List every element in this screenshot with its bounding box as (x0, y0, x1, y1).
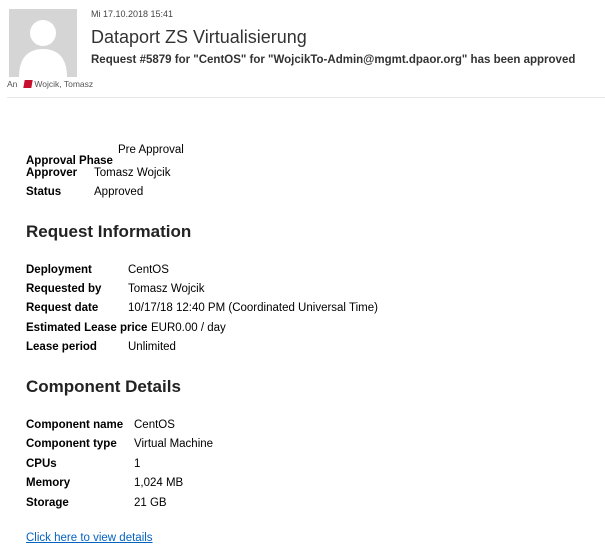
request-info-row: Requested by Tomasz Wojcik (26, 283, 204, 295)
person-icon (9, 9, 77, 77)
component-value: CentOS (134, 419, 175, 431)
component-value: 21 GB (134, 497, 167, 509)
component-value: 1,024 MB (134, 477, 184, 489)
request-info-row: Lease period Unlimited (26, 341, 176, 353)
component-label: Memory (26, 477, 71, 489)
request-info-value: Unlimited (128, 341, 176, 353)
recipient-name[interactable]: Wojcik, Tomasz (34, 79, 93, 89)
sender-name[interactable]: Dataport ZS Virtualisierung (91, 27, 307, 48)
request-info-value: EUR0.00 / day (151, 322, 226, 334)
component-row: CPUs 1 (26, 458, 140, 470)
contact-status-icon (23, 80, 34, 88)
request-info-label: Request date (26, 302, 99, 314)
sender-avatar (9, 9, 77, 77)
component-row: Memory 1,024 MB (26, 477, 183, 489)
approval-value: Pre Approval (118, 144, 184, 156)
approval-label: Approval Phase (26, 155, 113, 167)
request-info-label: Deployment (26, 264, 92, 276)
approval-row: Status Approved (26, 186, 143, 198)
email-subject: Request #5879 for "CentOS" for "WojcikTo… (91, 54, 576, 66)
approval-value: Approved (94, 186, 144, 198)
sent-date: Mi 17.10.2018 15:41 (91, 9, 174, 19)
component-row: Component type Virtual Machine (26, 438, 213, 450)
request-info-value: Tomasz Wojcik (128, 283, 205, 295)
request-info-label: Estimated Lease price (26, 322, 148, 334)
component-label: Storage (26, 497, 69, 509)
component-row: Storage 21 GB (26, 497, 167, 509)
component-details-heading: Component Details (26, 377, 181, 396)
component-label: CPUs (26, 458, 57, 470)
request-information-heading: Request Information (26, 222, 192, 241)
component-value: 1 (134, 458, 141, 470)
request-info-label: Requested by (26, 283, 102, 295)
component-label: Component name (26, 419, 124, 431)
component-value: Virtual Machine (134, 438, 214, 450)
request-info-value: 10/17/18 12:40 PM (Coordinated Universal… (128, 302, 378, 314)
component-row: Component name CentOS (26, 419, 175, 431)
view-details-link[interactable]: Click here to view details (26, 532, 153, 544)
request-info-row: Request date 10/17/18 12:40 PM (Coordinat… (26, 302, 378, 314)
request-info-row: Deployment CentOS (26, 264, 169, 276)
to-label: An (7, 79, 18, 89)
request-info-value: CentOS (128, 264, 169, 276)
header-divider (7, 97, 605, 98)
approval-label: Status (26, 186, 62, 198)
recipient-row: An Wojcik, Tomasz (7, 79, 93, 89)
request-info-row: Estimated Lease price EUR0.00 / day (26, 322, 226, 334)
component-label: Component type (26, 438, 117, 450)
request-info-label: Lease period (26, 341, 97, 353)
approval-label: Approver (26, 167, 78, 179)
approval-value: Tomasz Wojcik (94, 167, 171, 179)
approval-row: Approver Tomasz Wojcik (26, 167, 170, 179)
approval-row: Approval Phase Pre Approval (26, 144, 184, 167)
